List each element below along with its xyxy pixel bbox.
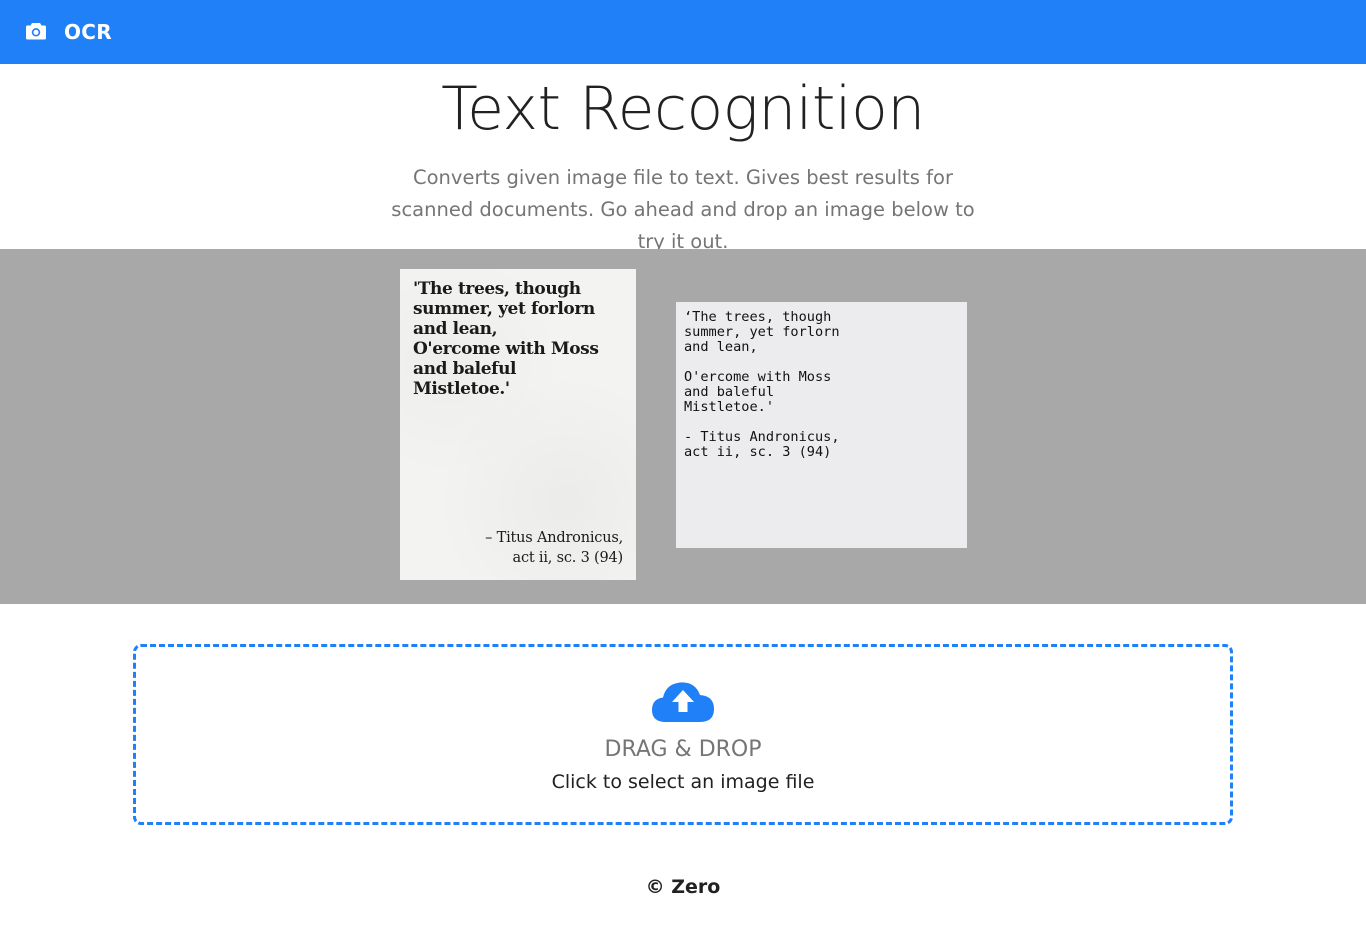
dropzone-heading: DRAG & DROP — [604, 737, 762, 762]
camera-icon — [26, 22, 46, 40]
ocr-result-panel: ‘The trees, though summer, yet forlorn a… — [676, 302, 967, 548]
dropzone-instruction: Click to select an image file — [551, 771, 815, 793]
image-dropzone[interactable]: DRAG & DROP Click to select an image fil… — [133, 644, 1233, 825]
app-bar: OCR — [0, 0, 1366, 64]
demo-section: 'The trees, though summer, yet forlorn a… — [0, 249, 1366, 604]
page-title: Text Recognition — [441, 74, 925, 144]
ocr-result-text: ‘The trees, though summer, yet forlorn a… — [684, 309, 840, 460]
page-subtitle: Converts given image file to text. Gives… — [391, 166, 975, 253]
sample-scan-image: 'The trees, though summer, yet forlorn a… — [400, 269, 636, 580]
app-brand[interactable]: OCR — [64, 20, 112, 44]
cloud-upload-icon — [652, 681, 714, 723]
sample-attribution: – Titus Andronicus, act ii, sc. 3 (94) — [485, 530, 623, 566]
footer-copyright: © Zero — [645, 876, 721, 898]
sample-quote: 'The trees, though summer, yet forlorn a… — [413, 279, 599, 399]
